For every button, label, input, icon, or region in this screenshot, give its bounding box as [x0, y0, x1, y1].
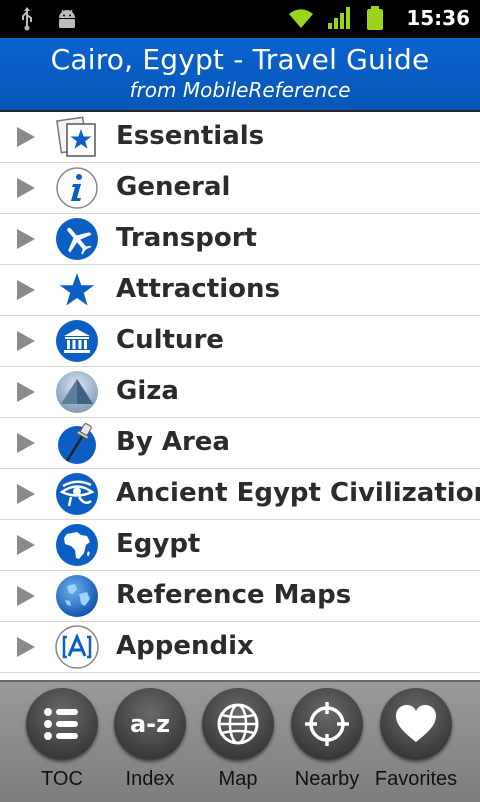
- expand-arrow-icon: [17, 280, 35, 300]
- info-icon: [55, 166, 99, 210]
- android-debug-icon: [59, 9, 75, 28]
- expand-arrow-icon: [17, 484, 35, 504]
- list-item-label: General: [116, 172, 231, 202]
- tab-nearby[interactable]: Nearby: [282, 688, 372, 800]
- list-item-label: Giza: [116, 376, 179, 406]
- star-icon: [55, 268, 99, 312]
- list-item-general[interactable]: General: [0, 163, 480, 214]
- list-item-label: Egypt: [116, 529, 201, 559]
- list-item-giza[interactable]: Giza: [0, 367, 480, 418]
- expand-arrow-icon: [17, 535, 35, 555]
- expand-arrow-icon: [17, 382, 35, 402]
- expand-arrow-icon: [17, 331, 35, 351]
- list-item-label: By Area: [116, 427, 230, 457]
- list-item-transport[interactable]: Transport: [0, 214, 480, 265]
- clock: 15:36: [406, 6, 470, 30]
- a-z-glyph: a-z: [130, 710, 170, 738]
- expand-arrow-icon: [17, 433, 35, 453]
- globe-icon: [55, 574, 99, 618]
- list-item-label: Culture: [116, 325, 224, 355]
- favorites-button[interactable]: [380, 688, 452, 760]
- list-item-label: Attractions: [116, 274, 280, 304]
- tab-label: Favorites: [374, 768, 458, 790]
- list-item-label: Reference Maps: [116, 580, 352, 610]
- list-item-label: Appendix: [116, 631, 254, 661]
- index-button[interactable]: a-z: [114, 688, 186, 760]
- page-subtitle: from MobileReference: [129, 78, 351, 102]
- status-bar: 15:36: [0, 0, 480, 38]
- list-icon: [44, 708, 78, 740]
- tab-toc[interactable]: TOC: [17, 688, 107, 800]
- africa-icon: [55, 523, 99, 567]
- list-item-by-area[interactable]: By Area: [0, 418, 480, 469]
- museum-icon: [55, 319, 99, 363]
- tab-index[interactable]: a-z Index: [105, 688, 195, 800]
- expand-arrow-icon: [17, 586, 35, 606]
- expand-arrow-icon: [17, 127, 35, 147]
- pushpin-icon: [55, 421, 99, 465]
- battery-icon: [367, 6, 384, 30]
- essentials-star-icon: [55, 115, 99, 159]
- page-title: Cairo, Egypt - Travel Guide: [50, 43, 430, 76]
- tab-favorites[interactable]: Favorites: [371, 688, 461, 800]
- list-item-appendix[interactable]: Appendix: [0, 622, 480, 673]
- list-item-label: Essentials: [116, 121, 265, 151]
- bottom-tab-bar: TOC a-z Index Map Nearby Favorites: [0, 680, 480, 802]
- a-z-icon: a-z: [130, 710, 170, 738]
- globe-icon: [217, 703, 259, 745]
- eye-of-horus-icon: [55, 472, 99, 516]
- signal-icon: [328, 7, 351, 29]
- title-header: Cairo, Egypt - Travel Guide from MobileR…: [0, 38, 480, 112]
- usb-icon: [22, 7, 32, 31]
- expand-arrow-icon: [17, 229, 35, 249]
- list-item-ancient-egypt-civilization[interactable]: Ancient Egypt Civilization: [0, 469, 480, 520]
- tab-map[interactable]: Map: [193, 688, 283, 800]
- heart-icon: [396, 705, 436, 742]
- list-item-reference-maps[interactable]: Reference Maps: [0, 571, 480, 622]
- tab-label: Nearby: [294, 768, 360, 790]
- toc-list: Essentials General Transport Attractions…: [0, 112, 480, 673]
- tab-label: Index: [125, 768, 175, 790]
- expand-arrow-icon: [17, 178, 35, 198]
- toc-button[interactable]: [26, 688, 98, 760]
- list-item-essentials[interactable]: Essentials: [0, 112, 480, 163]
- list-item-label: Transport: [116, 223, 257, 253]
- airplane-icon: [55, 217, 99, 261]
- wifi-icon: [289, 9, 314, 28]
- list-item-attractions[interactable]: Attractions: [0, 265, 480, 316]
- crosshair-icon: [305, 702, 349, 746]
- tab-label: TOC: [41, 768, 83, 790]
- expand-arrow-icon: [17, 637, 35, 657]
- list-item-egypt[interactable]: Egypt: [0, 520, 480, 571]
- map-button[interactable]: [202, 688, 274, 760]
- appendix-icon: [55, 625, 99, 669]
- list-item-culture[interactable]: Culture: [0, 316, 480, 367]
- tab-label: Map: [218, 768, 258, 790]
- list-item-label: Ancient Egypt Civilization: [116, 478, 480, 508]
- pyramid-icon: [55, 370, 99, 414]
- nearby-button[interactable]: [291, 688, 363, 760]
